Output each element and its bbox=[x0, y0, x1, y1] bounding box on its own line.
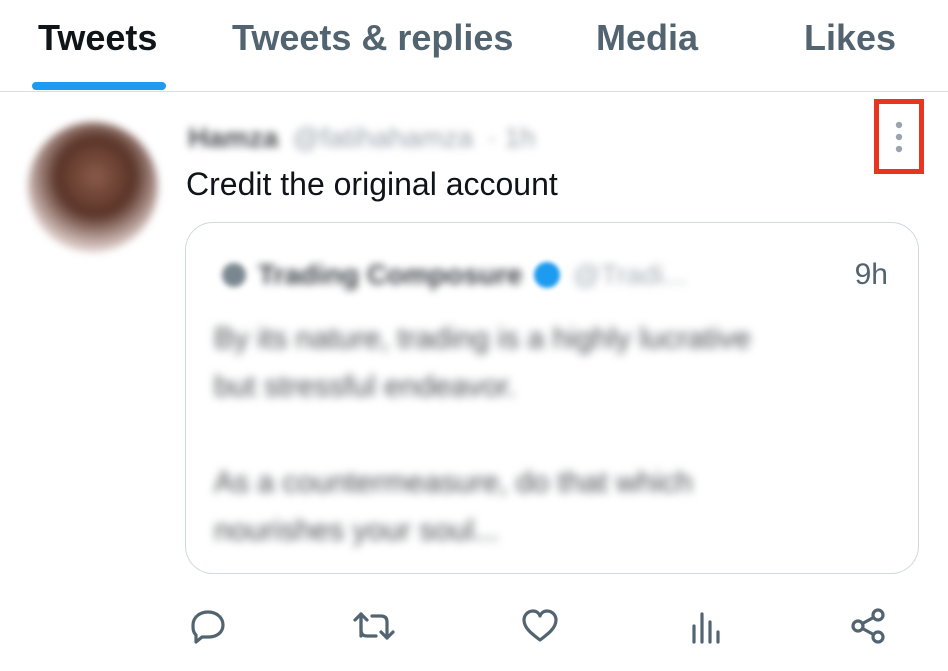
author-avatar[interactable] bbox=[28, 122, 158, 252]
tab-tweets[interactable]: Tweets bbox=[38, 16, 157, 60]
views-button[interactable] bbox=[684, 604, 728, 648]
more-options-button[interactable] bbox=[874, 99, 924, 174]
quoted-text-line: but stressful endeavor. bbox=[214, 370, 516, 403]
quoted-text-line: As a countermeasure, do that which bbox=[214, 466, 693, 499]
quoted-tweet[interactable]: Trading Composure @Tradi... 9h By its na… bbox=[185, 222, 919, 574]
reply-button[interactable] bbox=[186, 604, 230, 648]
quoted-text-line: By its nature, trading is a highly lucra… bbox=[214, 322, 751, 355]
verified-badge-icon bbox=[534, 262, 561, 288]
tweet-text: Credit the original account bbox=[186, 166, 558, 202]
reply-icon bbox=[191, 610, 225, 644]
retweet-icon bbox=[353, 612, 395, 640]
tweet-header: Hamza @fatihahamza · 1h bbox=[188, 118, 535, 158]
share-icon bbox=[851, 608, 885, 644]
profile-tabs: Tweets Tweets & replies Media Likes bbox=[0, 0, 948, 92]
like-icon bbox=[522, 609, 558, 642]
more-vertical-icon bbox=[895, 121, 903, 152]
tab-likes[interactable]: Likes bbox=[804, 16, 896, 60]
quoted-tweet-text: By its nature, trading is a highly lucra… bbox=[214, 315, 894, 555]
quoted-text-line: nourishes your soul... bbox=[214, 514, 500, 547]
quoted-tweet-header: Trading Composure @Tradi... bbox=[222, 255, 687, 295]
tab-tweets-and-replies[interactable]: Tweets & replies bbox=[232, 16, 513, 60]
profile-tweets-view: Tweets Tweets & replies Media Likes Hamz… bbox=[0, 0, 948, 671]
tweet-timestamp[interactable]: · 1h bbox=[487, 122, 535, 154]
author-handle[interactable]: @fatihahamza bbox=[292, 122, 473, 154]
author-name[interactable]: Hamza bbox=[188, 122, 278, 154]
views-icon bbox=[692, 612, 720, 644]
quoted-author-avatar bbox=[222, 263, 246, 287]
like-button[interactable] bbox=[518, 604, 562, 648]
quoted-tweet-timestamp: 9h bbox=[854, 258, 888, 291]
quoted-author-handle: @Tradi... bbox=[572, 259, 687, 290]
retweet-button[interactable] bbox=[352, 604, 396, 648]
quoted-author-name: Trading Composure bbox=[258, 259, 523, 290]
active-tab-indicator bbox=[32, 82, 166, 90]
share-button[interactable] bbox=[846, 604, 890, 648]
tab-media[interactable]: Media bbox=[596, 16, 698, 60]
